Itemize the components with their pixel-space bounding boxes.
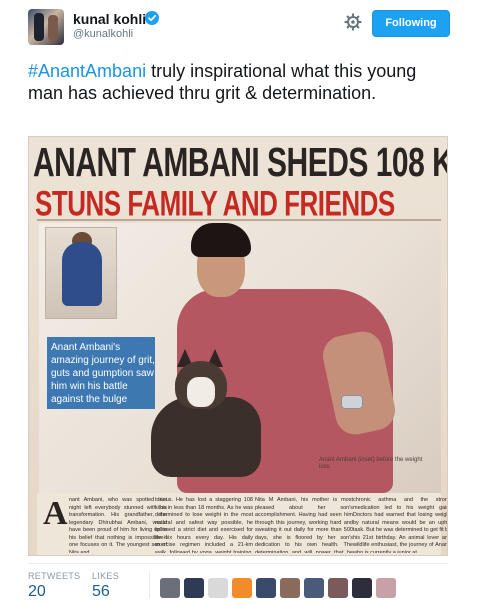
stats-separator [149,572,150,598]
article-column-4: chronic asthma and the strong medication… [353,497,448,553]
gear-icon[interactable] [344,13,362,31]
watch [341,395,363,409]
liker-avatar[interactable] [160,578,180,598]
man-hair [191,223,251,257]
liker-avatar[interactable] [304,578,324,598]
retweets-label[interactable]: RETWEETS [28,571,80,581]
tweet-header: kunal kohli @kunalkohli Following [0,0,477,50]
photo-caption: Anant Ambani's amazing journey of grit, … [51,342,155,405]
liker-avatar[interactable] [328,578,348,598]
inset-figure [62,242,102,306]
hashtag-link[interactable]: #AnantAmbani [28,61,146,81]
liker-avatar[interactable] [184,578,204,598]
user-handle[interactable]: @kunalkohli [73,28,133,40]
article-column-3: Nita M Ambani, his mother is most please… [255,497,353,553]
liker-avatar[interactable] [232,578,252,598]
user-name[interactable]: kunal kohli [73,11,146,27]
likes-label[interactable]: LIKES [92,571,119,581]
drop-cap: A [43,495,68,532]
newspaper-headline: ANANT AMBANI SHEDS 108 KILOS, [33,141,447,186]
liker-avatar[interactable] [280,578,300,598]
avatar[interactable] [28,9,64,45]
verified-badge-icon [145,11,159,25]
photo-credit: Anant Ambani (inset) before the weight l… [319,457,423,470]
liker-avatar[interactable] [352,578,372,598]
following-button[interactable]: Following [372,10,450,37]
retweets-count[interactable]: 20 [28,583,46,601]
tweet-photo[interactable]: ANANT AMBANI SHEDS 108 KILOS, STUNS FAMI… [28,136,448,556]
likes-count[interactable]: 56 [92,583,110,601]
dog-body [151,397,261,477]
article-column-1: nant Ambani, who was spotted last night … [69,497,167,553]
article-column-2: torious. He has lost a staggering 108 ki… [155,497,253,553]
liker-avatar[interactable] [376,578,396,598]
tweet-text: #AnantAmbani truly inspirational what th… [28,60,448,104]
dog-face-mask [187,377,215,407]
stats-divider [28,563,448,564]
liker-avatar[interactable] [256,578,276,598]
likers-avatars [160,578,396,598]
inset-photo [45,227,117,319]
liker-avatar[interactable] [208,578,228,598]
divider [37,219,441,221]
